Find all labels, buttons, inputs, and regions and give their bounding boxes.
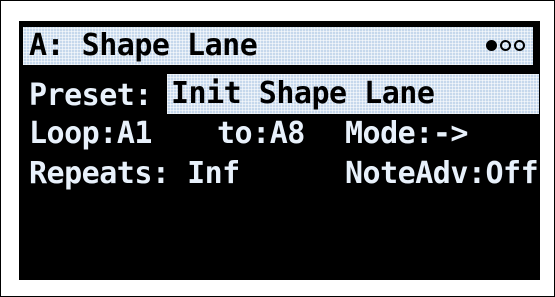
device-screen: A: Shape Lane Preset: Init Shape Lane Lo…: [19, 21, 540, 280]
loop-value: A1: [116, 116, 153, 151]
mode-value: ->: [432, 116, 469, 151]
repeats-value: Inf: [187, 156, 240, 191]
repeats-param[interactable]: Repeats: Inf: [29, 156, 240, 192]
note-adv-value: Off: [485, 156, 539, 191]
outer-frame: A: Shape Lane Preset: Init Shape Lane Lo…: [0, 0, 555, 297]
mode-label: Mode:: [345, 116, 433, 151]
loop-label: Loop:: [29, 116, 117, 151]
page-dot-2: [500, 40, 511, 51]
note-adv-param[interactable]: NoteAdv:Off: [345, 156, 539, 192]
note-adv-label: NoteAdv:: [345, 156, 486, 191]
to-label: to:: [217, 116, 270, 151]
mode-param[interactable]: Mode:->: [345, 116, 468, 152]
preset-field[interactable]: Init Shape Lane: [167, 74, 539, 114]
page-dot-3: [514, 40, 525, 51]
loop-param[interactable]: Loop:A1: [29, 116, 152, 152]
title-bar: A: Shape Lane: [23, 27, 533, 65]
preset-label: Preset:: [29, 78, 152, 113]
page-dot-1: [486, 40, 497, 51]
page-indicator: [486, 40, 525, 51]
repeats-label: Repeats:: [29, 156, 170, 191]
preset-value: Init Shape Lane: [171, 76, 435, 111]
page-title: A: Shape Lane: [29, 28, 258, 63]
to-value: A8: [269, 116, 306, 151]
to-param[interactable]: to:A8: [217, 116, 305, 152]
